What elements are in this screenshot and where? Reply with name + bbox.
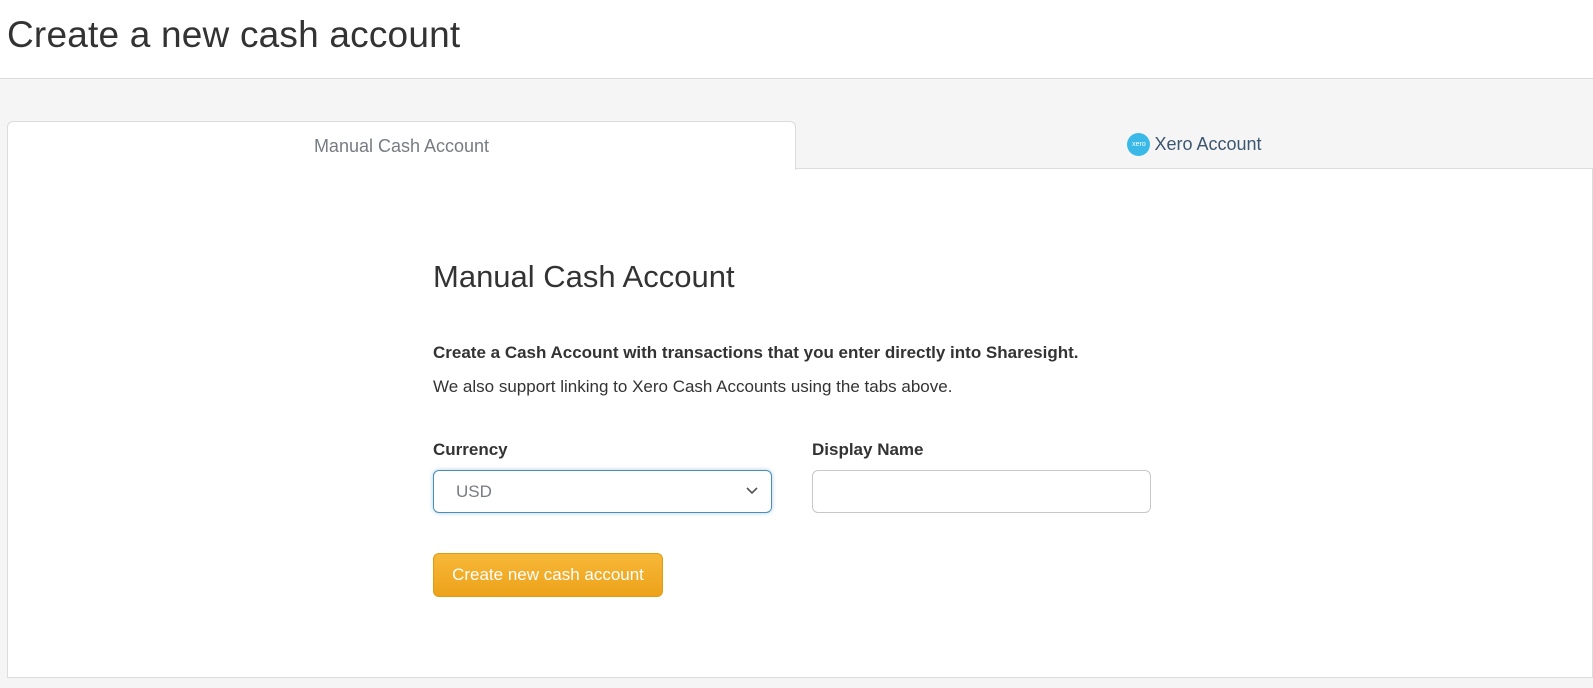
currency-select[interactable]: USD xyxy=(433,470,772,513)
tab-bar: Manual Cash Account xero Xero Account xyxy=(7,121,1593,170)
chevron-down-icon xyxy=(746,487,758,495)
display-name-label: Display Name xyxy=(812,440,924,459)
currency-selected-value: USD xyxy=(456,482,492,501)
intro-bold-text: Create a Cash Account with transactions … xyxy=(433,343,1079,362)
tab-panel: Manual Cash Account Create a Cash Accoun… xyxy=(7,168,1593,678)
create-cash-account-button[interactable]: Create new cash account xyxy=(433,553,663,597)
xero-logo-icon: xero xyxy=(1127,133,1151,156)
page-header: Create a new cash account xyxy=(0,0,1593,79)
intro-text: We also support linking to Xero Cash Acc… xyxy=(433,377,953,396)
tab-manual-label: Manual Cash Account xyxy=(313,135,490,156)
tab-xero-label: Xero Account xyxy=(1154,134,1262,154)
tab-manual-cash-account[interactable]: Manual Cash Account xyxy=(7,121,796,170)
display-name-input[interactable] xyxy=(812,470,1151,513)
currency-label: Currency xyxy=(433,440,508,459)
page-title: Create a new cash account xyxy=(7,14,461,55)
section-title: Manual Cash Account xyxy=(433,259,735,294)
tab-xero-account[interactable]: xero Xero Account xyxy=(796,121,1593,168)
